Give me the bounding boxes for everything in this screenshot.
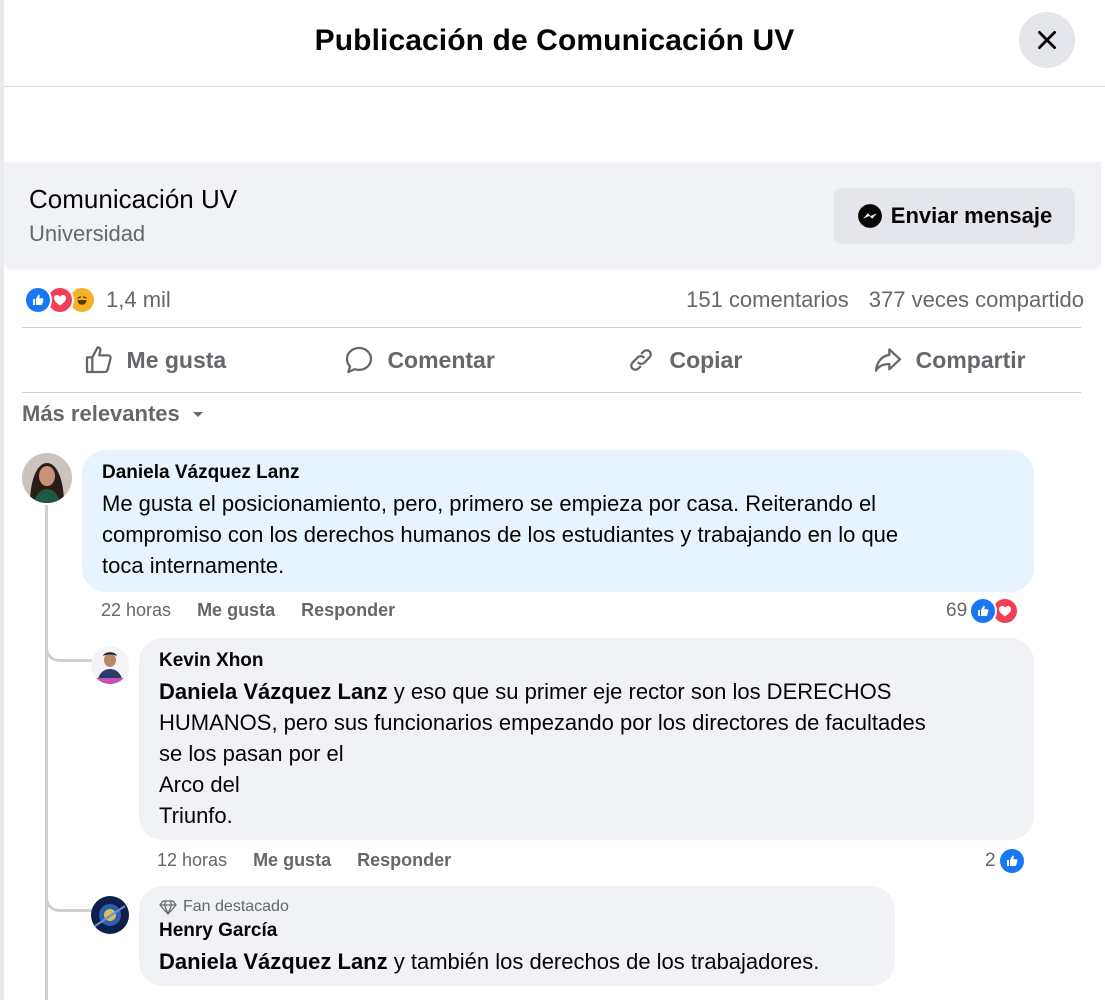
post-modal: Publicación de Comunicación UV Comunicac… [0, 0, 1105, 1000]
comment-icon [346, 346, 373, 374]
comment-bubble: Fan destacado Henry García Daniela Vázqu… [139, 886, 895, 986]
copy-link-button[interactable]: Copiar [552, 330, 817, 390]
close-icon [1038, 31, 1056, 49]
share-count[interactable]: 377 veces compartido [869, 287, 1084, 313]
comment-meta: 12 horas Me gusta Responder [157, 850, 451, 871]
comment-reactions[interactable]: 69 [946, 597, 1020, 625]
post-actions: Me gusta Comentar Copiar Compartir [22, 330, 1081, 390]
post-stats: 1,4 mil 151 comentarios 377 veces compar… [24, 284, 1084, 318]
comment-reaction-count: 2 [985, 850, 996, 871]
thread-branch [45, 642, 93, 662]
avatar[interactable] [22, 453, 72, 503]
page-category: Universidad [29, 221, 146, 246]
copy-label: Copiar [669, 346, 743, 373]
badge-label: Fan destacado [183, 898, 289, 915]
comment-time[interactable]: 22 horas [101, 600, 171, 621]
comment-count[interactable]: 151 comentarios [686, 287, 849, 313]
sort-label: Más relevantes [22, 401, 180, 426]
like-reaction-icon [24, 286, 52, 314]
comment-reactions[interactable]: 2 [985, 847, 1026, 875]
comment-reply-button[interactable]: Responder [357, 850, 451, 871]
like-reaction-icon [997, 847, 1026, 875]
share-icon [874, 348, 901, 372]
share-label: Compartir [915, 346, 1026, 373]
diamond-icon [159, 900, 177, 915]
send-message-button[interactable]: Enviar mensaje [834, 188, 1075, 244]
comment-sort-dropdown[interactable]: Más relevantes [22, 401, 206, 427]
messenger-icon [857, 204, 882, 228]
post-media-area [4, 88, 1105, 162]
comment-label: Comentar [387, 346, 495, 373]
comment-author[interactable]: Daniela Vázquez Lanz [102, 462, 1014, 484]
link-icon [630, 349, 653, 371]
page-info-box: Comunicación UV Universidad Enviar mensa… [4, 162, 1101, 270]
mention-link[interactable]: Daniela Vázquez Lanz [159, 949, 388, 974]
modal-header: Publicación de Comunicación UV [4, 0, 1105, 87]
divider [22, 392, 1081, 393]
thread-line [45, 505, 48, 1000]
comment-button[interactable]: Comentar [287, 330, 552, 390]
mention-link[interactable]: Daniela Vázquez Lanz [159, 679, 388, 704]
reaction-count: 1,4 mil [106, 287, 171, 312]
share-button[interactable]: Compartir [816, 330, 1081, 390]
thread-branch [45, 892, 93, 912]
comment-like-button[interactable]: Me gusta [253, 850, 331, 871]
like-label: Me gusta [126, 346, 227, 373]
comment-author[interactable]: Henry García [159, 920, 875, 942]
post-counts: 151 comentarios 377 veces compartido [686, 287, 1084, 313]
comment-text: Daniela Vázquez Lanz y también los derec… [159, 946, 875, 977]
avatar[interactable] [91, 646, 129, 684]
comment-meta: 22 horas Me gusta Responder [101, 600, 395, 621]
thumbs-up-icon [85, 346, 112, 374]
send-message-label: Enviar mensaje [890, 203, 1053, 228]
divider [22, 327, 1081, 328]
comment-author[interactable]: Kevin Xhon [159, 650, 1014, 672]
like-button[interactable]: Me gusta [22, 330, 287, 390]
modal-title: Publicación de Comunicación UV [314, 24, 795, 57]
comment-bubble: Daniela Vázquez Lanz Me gusta el posicio… [82, 450, 1034, 592]
comment-time[interactable]: 12 horas [157, 850, 227, 871]
page-name[interactable]: Comunicación UV [29, 184, 237, 215]
caret-down-icon [192, 412, 203, 417]
comment-text: Daniela Vázquez Lanz y eso que su primer… [159, 676, 1014, 831]
top-fan-badge: Fan destacado [159, 898, 875, 916]
comment-reaction-count: 69 [946, 600, 968, 621]
close-button[interactable] [1019, 12, 1075, 68]
comment-body: y también los derechos de los trabajador… [387, 949, 820, 974]
reaction-summary[interactable]: 1,4 mil [24, 286, 171, 314]
comment-bubble: Kevin Xhon Daniela Vázquez Lanz y eso qu… [139, 638, 1034, 840]
like-reaction-icon [969, 597, 998, 625]
avatar[interactable] [91, 896, 129, 934]
comment-reply-button[interactable]: Responder [301, 600, 395, 621]
comment-like-button[interactable]: Me gusta [197, 600, 275, 621]
comment-text: Me gusta el posicionamiento, pero, prime… [102, 491, 899, 578]
